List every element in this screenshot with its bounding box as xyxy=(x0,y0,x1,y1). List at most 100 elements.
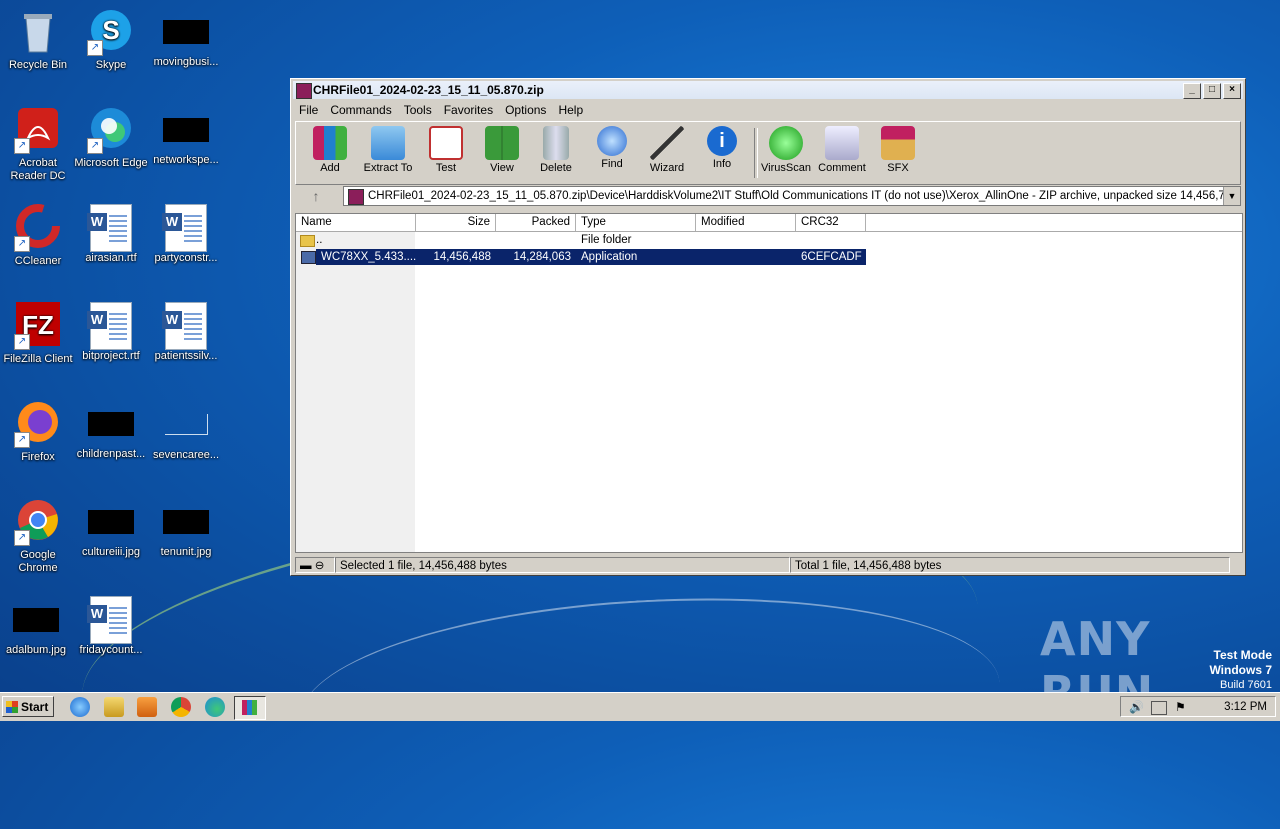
address-bar: ↑ CHRFile01_2024-02-23_15_11_05.870.zip\… xyxy=(295,185,1241,207)
word-document-icon: W xyxy=(87,596,132,644)
winrar-window[interactable]: CHRFile01_2024-02-23_15_11_05.870.zip _ … xyxy=(290,78,1246,576)
desktop-icon-file[interactable]: sevencaree... xyxy=(148,400,224,462)
desktop-icon-file[interactable]: cultureiii.jpg xyxy=(73,498,149,559)
maximize-button[interactable]: □ xyxy=(1203,83,1221,99)
file-list[interactable]: Name Size Packed Type Modified CRC32 .. … xyxy=(295,213,1243,553)
firefox-icon: ↗ xyxy=(14,400,62,448)
column-name[interactable]: Name xyxy=(296,214,416,231)
shortcut-arrow-icon: ↗ xyxy=(14,432,30,448)
menu-bar: File Commands Tools Favorites Options He… xyxy=(293,101,1243,119)
view-button[interactable]: View xyxy=(474,126,530,174)
table-row[interactable]: .. File folder xyxy=(296,232,866,248)
skype-icon: S ↗ xyxy=(87,8,135,56)
system-tray: 🔊 ⚑ 3:12 PM xyxy=(1120,696,1276,717)
sfx-button[interactable]: SFX xyxy=(870,126,926,174)
add-archive-icon xyxy=(313,126,347,160)
windows-logo-icon xyxy=(6,701,18,713)
filezilla-icon: FZ ↗ xyxy=(14,302,62,350)
column-crc32[interactable]: CRC32 xyxy=(796,214,866,231)
test-button[interactable]: Test xyxy=(418,126,474,174)
desktop-icon-skype[interactable]: S ↗ Skype xyxy=(73,8,149,72)
menu-file[interactable]: File xyxy=(293,101,324,119)
word-document-icon: W xyxy=(162,302,207,350)
close-button[interactable]: × xyxy=(1223,83,1241,99)
winrar-icon xyxy=(242,700,257,715)
toolbar: Add Extract To Test View Delete Find Wiz… xyxy=(295,121,1241,185)
blank-thumbnail xyxy=(164,414,208,435)
desktop-icon-filezilla[interactable]: FZ ↗ FileZilla Client xyxy=(0,302,76,366)
status-drive-icons[interactable]: ▬ ⊖ xyxy=(295,557,335,573)
table-row-selected[interactable]: WC78XX_5.433.... 14,456,488 14,284,063 A… xyxy=(316,249,866,265)
menu-help[interactable]: Help xyxy=(552,101,589,119)
application-icon xyxy=(301,251,316,264)
desktop-icon-firefox[interactable]: ↗ Firefox xyxy=(0,400,76,464)
window-titlebar[interactable]: CHRFile01_2024-02-23_15_11_05.870.zip _ … xyxy=(293,81,1243,99)
clock[interactable]: 3:12 PM xyxy=(1224,697,1267,717)
desktop-icon-file[interactable]: movingbusi... xyxy=(148,8,224,69)
desktop-icon-file[interactable]: tenunit.jpg xyxy=(148,498,224,559)
taskbar: Start 🔊 ⚑ 3:12 PM xyxy=(0,692,1280,721)
menu-options[interactable]: Options xyxy=(499,101,552,119)
desktop-icon-ccleaner[interactable]: ↗ CCleaner xyxy=(0,204,76,268)
start-button[interactable]: Start xyxy=(2,696,54,717)
redacted-thumbnail xyxy=(163,20,209,44)
action-center-flag-icon[interactable]: ⚑ xyxy=(1175,700,1186,714)
column-type[interactable]: Type xyxy=(576,214,696,231)
up-folder-button[interactable]: ↑ xyxy=(299,187,333,205)
redacted-thumbnail xyxy=(88,510,134,534)
archive-icon xyxy=(348,189,364,205)
virus-scan-icon xyxy=(769,126,803,160)
trash-icon xyxy=(543,126,569,160)
desktop-icon-rtf[interactable]: W airasian.rtf xyxy=(73,204,149,265)
menu-favorites[interactable]: Favorites xyxy=(438,101,499,119)
chevron-down-icon[interactable]: ▼ xyxy=(1223,187,1240,205)
menu-tools[interactable]: Tools xyxy=(398,101,438,119)
magnifier-icon xyxy=(597,126,627,156)
redacted-thumbnail xyxy=(163,510,209,534)
shortcut-arrow-icon: ↗ xyxy=(14,334,30,350)
desktop-icon-acrobat[interactable]: ↗ Acrobat Reader DC xyxy=(0,106,76,183)
desktop-icon-rtf[interactable]: W fridaycount... xyxy=(73,596,149,657)
desktop-icon-file[interactable]: childrenpast... xyxy=(73,400,149,461)
desktop-icon-rtf[interactable]: W patientssilv... xyxy=(148,302,224,363)
media-player-icon[interactable] xyxy=(137,697,157,717)
shortcut-arrow-icon: ↗ xyxy=(14,138,30,154)
status-selected: Selected 1 file, 14,456,488 bytes xyxy=(335,557,790,573)
desktop-icon-recycle-bin[interactable]: Recycle Bin xyxy=(0,8,76,72)
word-document-icon: W xyxy=(162,204,207,252)
column-size[interactable]: Size xyxy=(416,214,496,231)
column-packed[interactable]: Packed xyxy=(496,214,576,231)
chrome-icon[interactable] xyxy=(171,697,191,717)
address-field[interactable]: CHRFile01_2024-02-23_15_11_05.870.zip\De… xyxy=(343,186,1241,206)
comment-icon xyxy=(825,126,859,160)
desktop-icon-file[interactable]: adalbum.jpg xyxy=(0,596,74,657)
desktop-icon-rtf[interactable]: W partyconstr... xyxy=(148,204,224,265)
find-button[interactable]: Find xyxy=(584,126,640,170)
menu-commands[interactable]: Commands xyxy=(324,101,397,119)
column-modified[interactable]: Modified xyxy=(696,214,796,231)
minimize-button[interactable]: _ xyxy=(1183,83,1201,99)
desktop-icon-file[interactable]: networkspe... xyxy=(148,106,224,167)
ccleaner-icon: ↗ xyxy=(14,204,62,252)
view-book-icon xyxy=(485,126,519,160)
svg-text:S: S xyxy=(102,15,119,45)
comment-button[interactable]: Comment xyxy=(814,126,870,174)
shortcut-arrow-icon: ↗ xyxy=(14,530,30,546)
folder-icon xyxy=(300,235,315,247)
ie-icon[interactable] xyxy=(70,697,90,717)
virusscan-button[interactable]: VirusScan xyxy=(758,126,814,174)
volume-icon[interactable]: 🔊 xyxy=(1129,700,1144,714)
desktop-icon-rtf[interactable]: W bitproject.rtf xyxy=(73,302,149,363)
explorer-folder-icon[interactable] xyxy=(104,697,124,717)
extract-to-button[interactable]: Extract To xyxy=(360,126,416,174)
wizard-button[interactable]: Wizard xyxy=(639,126,695,174)
info-button[interactable]: i Info xyxy=(694,126,750,170)
add-button[interactable]: Add xyxy=(302,126,358,174)
edge-icon[interactable] xyxy=(205,697,225,717)
desktop-icon-edge[interactable]: ↗ Microsoft Edge xyxy=(73,106,149,170)
desktop-icon-chrome[interactable]: ↗ Google Chrome xyxy=(0,498,76,575)
winrar-taskbar-button[interactable] xyxy=(234,696,266,720)
delete-button[interactable]: Delete xyxy=(528,126,584,174)
network-icon[interactable] xyxy=(1151,701,1167,715)
redacted-thumbnail xyxy=(163,118,209,142)
